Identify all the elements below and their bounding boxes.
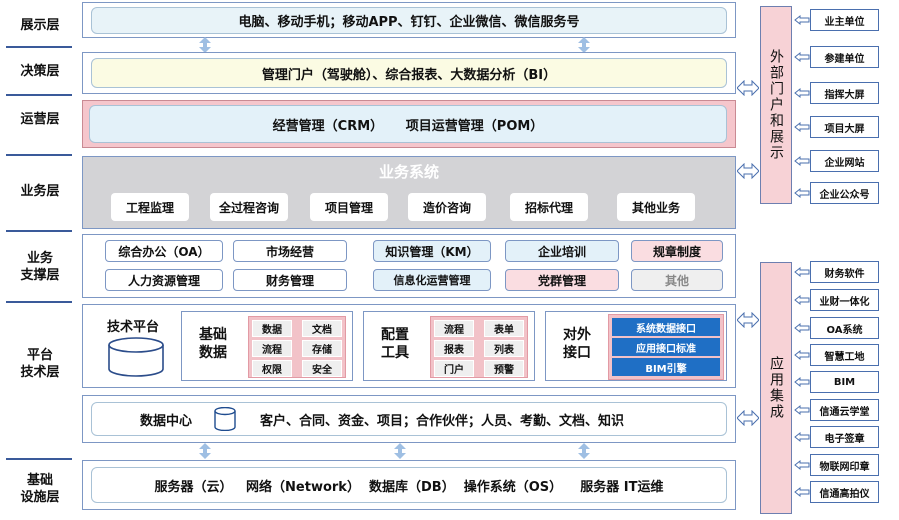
- layer-separator: [6, 94, 72, 96]
- layer-separator: [6, 301, 72, 303]
- double-arrow-icon: [199, 37, 211, 53]
- integration-item[interactable]: BIM: [810, 371, 879, 393]
- layer-label-presentation: 展示层: [20, 17, 60, 33]
- external-interface-item[interactable]: BIM引擎: [612, 358, 720, 376]
- platform-cell[interactable]: 权限: [252, 360, 292, 377]
- external-interface-title: 对外 接口: [563, 327, 591, 362]
- infra-bar: 服务器（云） 网络（Network） 数据库（DB） 操作系统（OS） 服务器 …: [91, 467, 727, 503]
- layer-separator: [6, 458, 72, 460]
- layer-separator: [6, 154, 72, 156]
- integration-column: 应用集成: [760, 262, 792, 514]
- horizontal-double-arrow-icon: [737, 410, 759, 426]
- presentation-bar: 电脑、移动手机；移动APP、钉钉、企业微信、微信服务号: [91, 7, 727, 34]
- layer-label-business: 业务层: [20, 183, 60, 199]
- platform-cell[interactable]: 表单: [484, 320, 524, 337]
- infra-layer: 服务器（云） 网络（Network） 数据库（DB） 操作系统（OS） 服务器 …: [82, 460, 736, 510]
- double-arrow-icon: [578, 37, 590, 53]
- layer-label-infra: 基础 设施层: [20, 473, 60, 505]
- external-interface-group: 对外 接口 系统数据接口 应用接口标准 BIM引擎: [545, 311, 727, 381]
- support-item[interactable]: 党群管理: [505, 269, 619, 291]
- support-item[interactable]: 市场经营: [233, 240, 347, 262]
- double-arrow-icon: [394, 443, 406, 459]
- decision-layer: 管理门户（驾驶舱）、综合报表、大数据分析（BI）: [82, 52, 736, 94]
- support-item[interactable]: 人力资源管理: [105, 269, 223, 291]
- platform-cell[interactable]: 门户: [434, 360, 474, 377]
- portal-title: 外部门户和展示: [768, 49, 784, 161]
- business-item[interactable]: 其他业务: [617, 193, 695, 221]
- support-layer: 综合办公（OA） 市场经营 知识管理（KM） 企业培训 规章制度 人力资源管理 …: [82, 234, 736, 298]
- config-tools-group: 配置 工具 流程 表单 报表 列表 门户 预警: [363, 311, 535, 381]
- layer-separator: [6, 46, 72, 48]
- data-center-title: 数据中心: [140, 413, 193, 429]
- integration-item[interactable]: 信通高拍仪: [810, 481, 879, 503]
- platform-cell[interactable]: 流程: [434, 320, 474, 337]
- base-data-title: 基础 数据: [199, 327, 227, 362]
- support-item[interactable]: 知识管理（KM）: [373, 240, 491, 262]
- double-arrow-icon: [199, 443, 211, 459]
- portal-item[interactable]: 指挥大屏: [810, 82, 879, 104]
- horizontal-double-arrow-icon: [737, 163, 759, 179]
- layer-separator: [6, 230, 72, 232]
- integration-item[interactable]: 智慧工地: [810, 344, 879, 366]
- portal-column: 外部门户和展示: [760, 6, 792, 204]
- platform-layer: 技术平台 基础 数据 数据 文档 流程 存储 权限 安全 配置 工具 流程 表单…: [82, 304, 736, 388]
- business-layer: 业务系统 工程监理 全过程咨询 项目管理 造价咨询 招标代理 其他业务: [82, 156, 736, 229]
- platform-cell[interactable]: 安全: [302, 360, 342, 377]
- platform-cell[interactable]: 存储: [302, 340, 342, 357]
- business-item[interactable]: 招标代理: [510, 193, 588, 221]
- data-center-layer: 数据中心 客户、合同、资金、项目；合作伙伴；人员、考勤、文档、知识: [82, 395, 736, 443]
- horizontal-double-arrow-icon: [737, 80, 759, 96]
- platform-cell[interactable]: 报表: [434, 340, 474, 357]
- business-title: 业务系统: [378, 163, 439, 181]
- support-item[interactable]: 综合办公（OA）: [105, 240, 223, 262]
- integration-item[interactable]: OA系统: [810, 317, 879, 339]
- data-center-bar: 数据中心 客户、合同、资金、项目；合作伙伴；人员、考勤、文档、知识: [91, 402, 727, 436]
- business-item[interactable]: 工程监理: [111, 193, 189, 221]
- support-item[interactable]: 其他: [631, 269, 723, 291]
- integration-item[interactable]: 信通云学堂: [810, 399, 879, 421]
- database-icon: [214, 407, 236, 431]
- business-item[interactable]: 全过程咨询: [210, 193, 288, 221]
- integration-item[interactable]: 财务软件: [810, 261, 879, 283]
- portal-item[interactable]: 参建单位: [810, 46, 879, 68]
- integration-title: 应用集成: [768, 356, 784, 420]
- portal-bracket: [794, 14, 810, 498]
- data-center-text: 客户、合同、资金、项目；合作伙伴；人员、考勤、文档、知识: [260, 413, 625, 429]
- decision-bar: 管理门户（驾驶舱）、综合报表、大数据分析（BI）: [91, 58, 727, 88]
- database-icon: [108, 337, 164, 377]
- portal-item[interactable]: 业主单位: [810, 9, 879, 31]
- tech-platform-label: 技术平台: [107, 320, 160, 335]
- layer-label-decision: 决策层: [20, 63, 60, 79]
- double-arrow-icon: [578, 443, 590, 459]
- integration-item[interactable]: 物联网印章: [810, 454, 879, 476]
- base-data-group: 基础 数据 数据 文档 流程 存储 权限 安全: [181, 311, 353, 381]
- operation-layer: 经营管理（CRM） 项目运营管理（POM）: [82, 100, 736, 148]
- platform-cell[interactable]: 预警: [484, 360, 524, 377]
- platform-cell[interactable]: 列表: [484, 340, 524, 357]
- business-item[interactable]: 造价咨询: [408, 193, 486, 221]
- layer-label-support: 业务 支撑层: [20, 251, 60, 283]
- operation-bar: 经营管理（CRM） 项目运营管理（POM）: [89, 105, 727, 143]
- presentation-layer: 电脑、移动手机；移动APP、钉钉、企业微信、微信服务号: [82, 2, 736, 38]
- support-item[interactable]: 财务管理: [233, 269, 347, 291]
- support-item[interactable]: 企业培训: [505, 240, 619, 262]
- support-item[interactable]: 信息化运营管理: [373, 269, 491, 291]
- portal-item[interactable]: 企业公众号: [810, 182, 879, 204]
- external-interface-item[interactable]: 应用接口标准: [612, 338, 720, 356]
- platform-cell[interactable]: 流程: [252, 340, 292, 357]
- business-item[interactable]: 项目管理: [310, 193, 388, 221]
- integration-item[interactable]: 电子签章: [810, 426, 879, 448]
- horizontal-double-arrow-icon: [737, 312, 759, 328]
- layer-label-platform: 平台 技术层: [20, 348, 60, 380]
- platform-cell[interactable]: 文档: [302, 320, 342, 337]
- integration-item[interactable]: 业财一体化: [810, 289, 879, 311]
- portal-item[interactable]: 企业网站: [810, 150, 879, 172]
- layer-label-operation: 运营层: [20, 111, 60, 127]
- portal-item[interactable]: 项目大屏: [810, 116, 879, 138]
- config-tools-title: 配置 工具: [381, 327, 409, 362]
- external-interface-item[interactable]: 系统数据接口: [612, 318, 720, 336]
- support-item[interactable]: 规章制度: [631, 240, 723, 262]
- platform-cell[interactable]: 数据: [252, 320, 292, 337]
